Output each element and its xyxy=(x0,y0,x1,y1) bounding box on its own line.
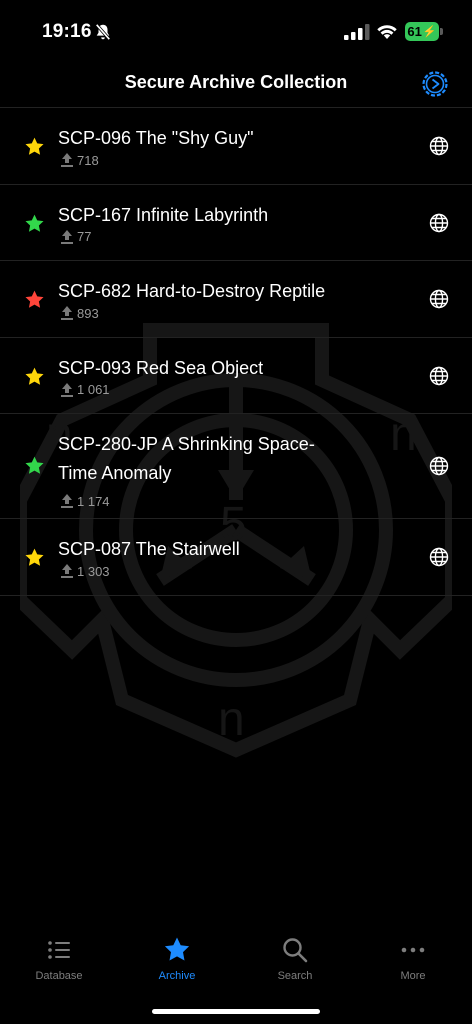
item-rating-value: 893 xyxy=(77,305,99,321)
archive-list: SCP-096 The "Shy Guy" 718 SCP-167 Infini… xyxy=(0,107,472,596)
list-item[interactable]: SCP-096 The "Shy Guy" 718 xyxy=(0,107,472,184)
bell-off-icon xyxy=(95,23,111,41)
globe-icon[interactable] xyxy=(429,456,449,476)
status-bar: 19:16 61 ⚡ xyxy=(0,0,472,62)
wifi-icon xyxy=(377,25,397,39)
list-item[interactable]: SCP-682 Hard-to-Destroy Reptile 893 xyxy=(0,260,472,337)
svg-text:n: n xyxy=(218,693,245,746)
item-rating: 77 xyxy=(60,229,91,245)
cellular-signal-icon xyxy=(344,24,370,40)
item-title: SCP-087 The Stairwell xyxy=(58,539,240,559)
star-icon xyxy=(25,137,44,155)
item-rating: 1 174 xyxy=(60,493,110,509)
star-icon xyxy=(25,456,44,474)
battery-level: 61 xyxy=(407,24,422,39)
item-rating-value: 1 303 xyxy=(77,563,110,579)
item-title: SCP-096 The "Shy Guy" xyxy=(58,128,254,148)
search-icon xyxy=(283,938,308,963)
list-item[interactable]: SCP-280-JP A Shrinking Space-Time Anomal… xyxy=(0,413,472,518)
top-rating-icon xyxy=(61,229,73,244)
gear-icon[interactable] xyxy=(421,70,449,98)
globe-icon[interactable] xyxy=(429,213,449,233)
item-rating: 1 303 xyxy=(60,563,110,579)
tab-database[interactable]: Database xyxy=(0,930,118,990)
tab-label: Search xyxy=(277,970,313,982)
item-title: SCP-093 Red Sea Object xyxy=(58,357,264,378)
item-rating-value: 77 xyxy=(77,229,92,244)
battery-tip xyxy=(440,28,443,35)
status-time: 19:16 xyxy=(42,21,92,42)
tab-archive[interactable]: Archive xyxy=(118,930,236,990)
top-rating-icon xyxy=(61,564,73,578)
item-rating: 718 xyxy=(60,152,99,168)
list-icon xyxy=(48,941,70,959)
item-rating-value: 1 061 xyxy=(77,382,110,397)
item-title: SCP-682 Hard-to-Destroy Reptile xyxy=(58,281,326,301)
list-divider xyxy=(0,594,472,596)
top-rating-icon xyxy=(61,306,73,320)
star-icon xyxy=(25,214,44,232)
battery-icon: 61 ⚡ xyxy=(405,22,439,41)
globe-icon[interactable] xyxy=(429,289,449,309)
list-item[interactable]: SCP-167 Infinite Labyrinth 77 xyxy=(0,183,472,261)
item-rating-value: 718 xyxy=(77,152,99,168)
globe-icon[interactable] xyxy=(429,366,449,386)
list-item[interactable]: SCP-087 The Stairwell 1 303 xyxy=(0,518,472,595)
star-icon xyxy=(164,937,190,961)
star-icon xyxy=(25,548,44,566)
globe-icon[interactable] xyxy=(429,136,449,156)
top-rating-icon xyxy=(61,382,73,397)
top-rating-icon xyxy=(61,153,73,167)
tab-more[interactable]: More xyxy=(354,930,472,990)
item-title: SCP-167 Infinite Labyrinth xyxy=(58,204,269,225)
item-title: SCP-280-JP A Shrinking Space-Time Anomal… xyxy=(58,434,315,483)
star-icon xyxy=(25,290,44,308)
item-rating: 893 xyxy=(60,305,99,321)
tab-search[interactable]: Search xyxy=(236,930,354,990)
tab-label: Archive xyxy=(158,970,196,982)
list-item[interactable]: SCP-093 Red Sea Object 1 061 xyxy=(0,336,472,414)
tab-label: Database xyxy=(35,970,83,982)
tab-bar: Database Archive Search More xyxy=(0,930,472,990)
more-icon xyxy=(401,947,425,953)
globe-icon[interactable] xyxy=(429,547,449,567)
star-icon xyxy=(25,367,44,385)
item-rating: 1 061 xyxy=(60,382,110,398)
tab-label: More xyxy=(400,970,426,982)
top-rating-icon xyxy=(61,494,73,508)
item-rating-value: 1 174 xyxy=(77,493,110,509)
page-title: Secure Archive Collection xyxy=(124,72,348,92)
home-indicator[interactable] xyxy=(152,1009,320,1014)
